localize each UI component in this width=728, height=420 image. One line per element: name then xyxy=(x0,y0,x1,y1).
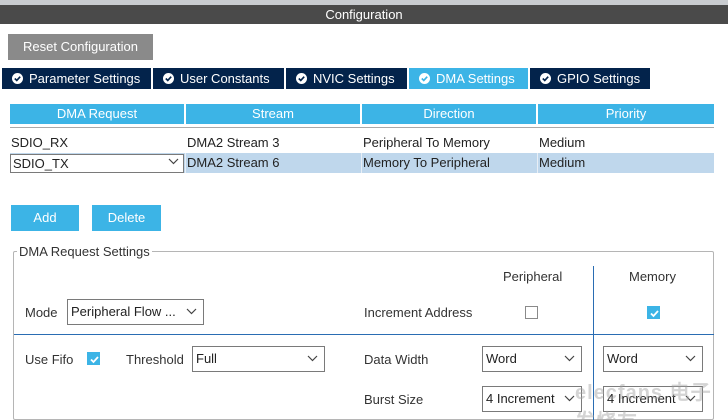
chevron-down-icon xyxy=(564,355,575,362)
cell-priority: Medium xyxy=(539,135,586,150)
tab-label: NVIC Settings xyxy=(313,71,395,86)
dma-request-select[interactable]: SDIO_TX xyxy=(10,154,184,173)
tab-label: GPIO Settings xyxy=(557,71,641,86)
burst-size-label: Burst Size xyxy=(364,392,424,407)
tab-label: Parameter Settings xyxy=(29,71,141,86)
use-fifo-checkbox[interactable] xyxy=(87,352,100,365)
tab-label: DMA Settings xyxy=(436,71,515,86)
tab-nvic-settings[interactable]: NVIC Settings xyxy=(286,68,409,89)
checkmark-icon xyxy=(650,310,659,318)
check-circle-icon xyxy=(296,73,307,84)
reset-configuration-button[interactable]: Reset Configuration xyxy=(8,34,153,60)
data-width-peripheral-select[interactable]: Word xyxy=(482,346,582,372)
cell-stream: DMA2 Stream 3 xyxy=(186,133,362,153)
column-header-direction[interactable]: Direction xyxy=(362,104,538,124)
check-circle-icon xyxy=(12,73,23,84)
use-fifo-label: Use Fifo xyxy=(25,352,74,367)
tab-label: User Constants xyxy=(180,71,270,86)
checkmark-icon xyxy=(90,356,99,364)
increment-peripheral-checkbox[interactable] xyxy=(525,306,538,319)
check-circle-icon xyxy=(163,73,174,84)
data-width-memory-select[interactable]: Word xyxy=(603,346,703,372)
column-header-stream[interactable]: Stream xyxy=(186,104,362,124)
mode-select-value: Peripheral Flow ... xyxy=(71,304,176,319)
cell-priority: Medium xyxy=(539,155,586,170)
cell-dma-request: SDIO_RX xyxy=(10,133,186,153)
settings-tabs: Parameter Settings User Constants NVIC S… xyxy=(2,68,652,89)
chevron-down-icon xyxy=(685,355,696,362)
cell-stream: DMA2 Stream 6 xyxy=(186,153,362,173)
watermark-logo: elecfans 电子发烧友 xyxy=(575,382,712,420)
cell-direction: Memory To Peripheral xyxy=(362,153,538,173)
window-title: Configuration xyxy=(0,5,728,24)
threshold-select[interactable]: Full xyxy=(192,346,325,372)
table-row-selected[interactable]: SDIO_TX DMA2 Stream 6 Memory To Peripher… xyxy=(10,153,714,173)
data-width-label: Data Width xyxy=(364,352,429,367)
cell-direction: Peripheral To Memory xyxy=(362,133,538,153)
delete-button[interactable]: Delete xyxy=(92,205,161,231)
cell-dma-request: SDIO_TX xyxy=(10,153,186,173)
tab-dma-settings[interactable]: DMA Settings xyxy=(409,68,530,89)
chevron-down-icon xyxy=(564,395,575,402)
dma-request-select-value: SDIO_TX xyxy=(13,156,69,171)
increment-memory-checkbox[interactable] xyxy=(647,306,660,319)
tab-parameter-settings[interactable]: Parameter Settings xyxy=(2,68,153,89)
settings-divider xyxy=(14,334,714,335)
chevron-down-icon xyxy=(186,308,197,315)
chevron-down-icon xyxy=(168,158,179,165)
peripheral-header: Peripheral xyxy=(503,269,563,284)
increment-address-label: Increment Address xyxy=(364,305,473,320)
tab-underline xyxy=(0,89,728,95)
table-row[interactable]: SDIO_RX DMA2 Stream 3 Peripheral To Memo… xyxy=(10,133,714,153)
check-circle-icon xyxy=(419,73,430,84)
column-header-dma-request[interactable]: DMA Request xyxy=(10,104,186,124)
threshold-select-value: Full xyxy=(196,351,217,366)
check-circle-icon xyxy=(540,73,551,84)
dma-table-header: DMA Request Stream Direction Priority xyxy=(10,104,714,124)
data-width-peripheral-value: Word xyxy=(486,351,517,366)
tab-gpio-settings[interactable]: GPIO Settings xyxy=(530,68,652,89)
burst-size-peripheral-select[interactable]: 4 Increment xyxy=(482,386,582,412)
mode-select[interactable]: Peripheral Flow ... xyxy=(67,299,204,325)
table-header-divider xyxy=(10,127,714,128)
data-width-memory-value: Word xyxy=(607,351,638,366)
tab-user-constants[interactable]: User Constants xyxy=(153,68,286,89)
mode-label: Mode xyxy=(25,305,58,320)
chevron-down-icon xyxy=(307,355,318,362)
column-header-priority[interactable]: Priority xyxy=(538,104,714,124)
memory-header: Memory xyxy=(629,269,676,284)
burst-size-peripheral-value: 4 Increment xyxy=(486,391,555,406)
threshold-label: Threshold xyxy=(126,352,184,367)
add-button[interactable]: Add xyxy=(11,205,79,231)
group-title: DMA Request Settings xyxy=(17,244,152,259)
